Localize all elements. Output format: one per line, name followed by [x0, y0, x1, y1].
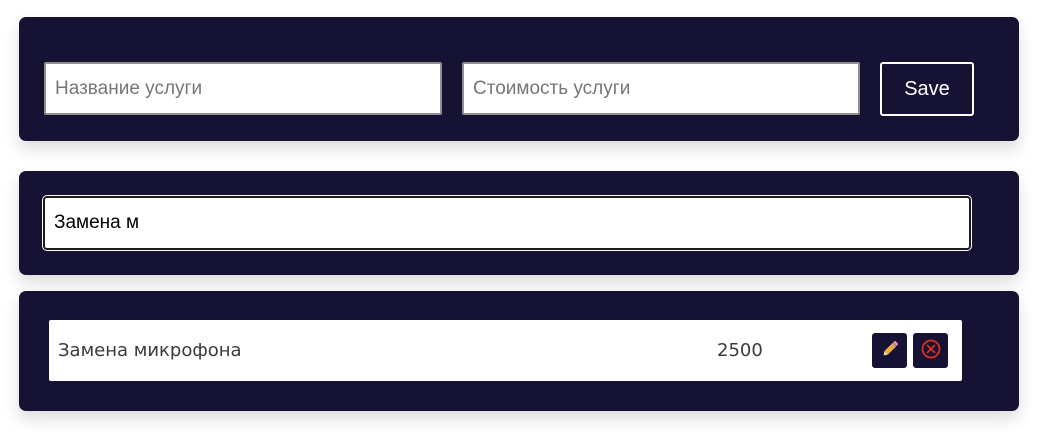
- delete-button[interactable]: [913, 333, 948, 368]
- list-item: Замена микрофона 2500: [49, 320, 962, 381]
- add-service-panel: Save: [19, 17, 1019, 141]
- service-price: 2500: [717, 340, 763, 361]
- circle-x-icon: [920, 338, 942, 363]
- services-list-panel: Замена микрофона 2500: [19, 291, 1019, 411]
- service-cost-input[interactable]: [462, 62, 860, 115]
- search-input[interactable]: [43, 196, 971, 250]
- edit-button[interactable]: [872, 333, 907, 368]
- service-name-input[interactable]: [44, 62, 442, 115]
- service-name: Замена микрофона: [58, 340, 242, 361]
- pencil-icon: [879, 338, 901, 363]
- search-panel: [19, 171, 1019, 275]
- save-button[interactable]: Save: [880, 62, 974, 116]
